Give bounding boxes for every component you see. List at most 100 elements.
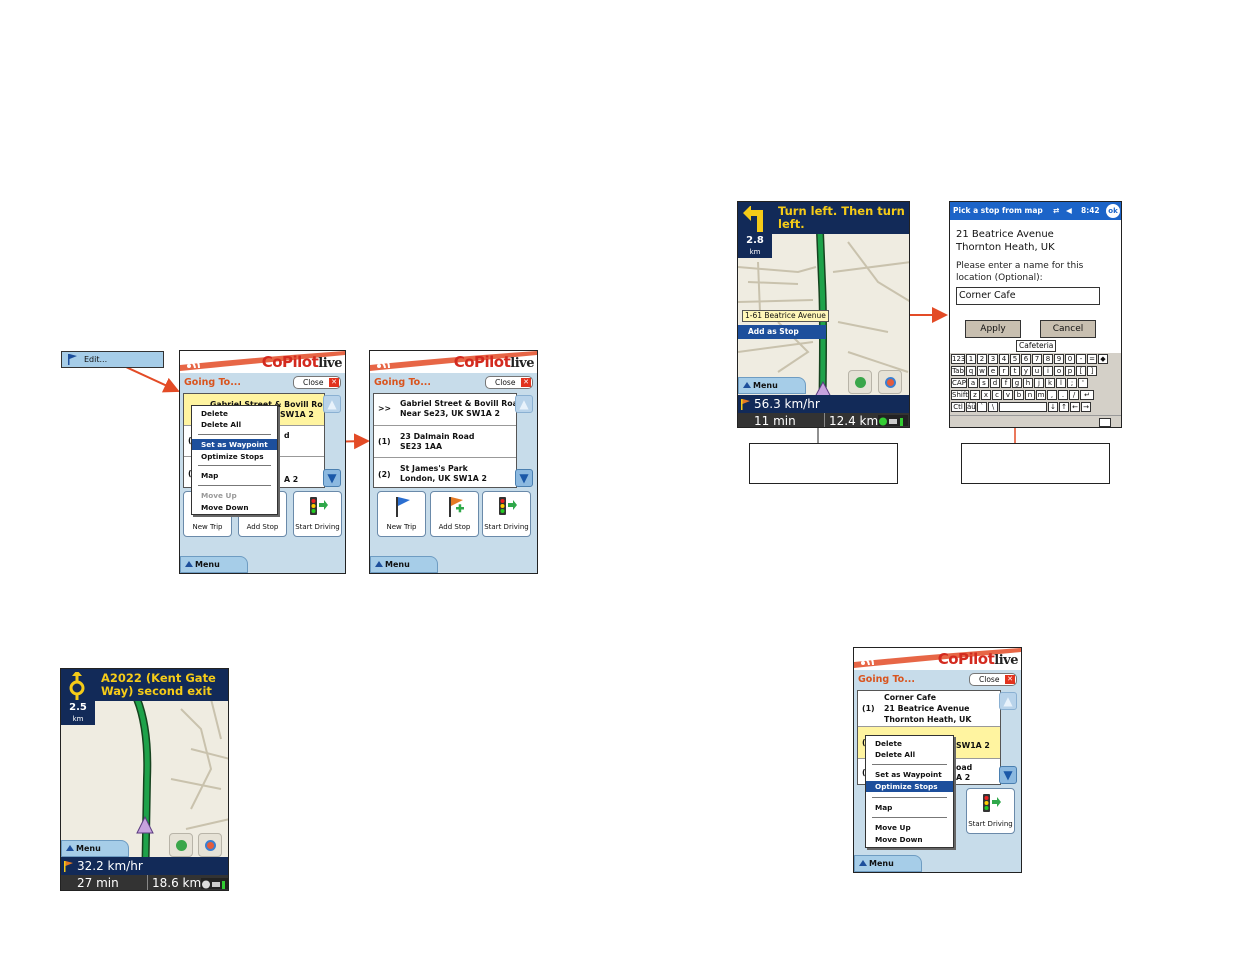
close-button[interactable]: Close ✕ [293, 376, 341, 389]
menu-button[interactable]: Menu [180, 556, 248, 573]
list-item[interactable]: (1) Corner Cafe 21 Beatrice Avenue Thorn… [858, 691, 1000, 727]
keyboard-key[interactable]: 3 [988, 354, 998, 364]
start-driving-button[interactable]: Start Driving [482, 491, 531, 537]
keyboard-key[interactable]: 123 [951, 354, 965, 364]
keyboard-key[interactable]: i [1043, 366, 1053, 376]
keyboard-key[interactable]: y [1021, 366, 1031, 376]
keyboard-key[interactable]: r [999, 366, 1009, 376]
keyboard-key[interactable]: Tab [951, 366, 965, 376]
menu-button[interactable]: Menu [738, 377, 806, 394]
keyboard-key[interactable]: q [966, 366, 976, 376]
keyboard-key[interactable]: ◆ [1098, 354, 1108, 364]
cancel-button[interactable]: Cancel [1040, 320, 1096, 338]
keyboard-key[interactable]: w [977, 366, 987, 376]
keyboard-key[interactable]: ' [1078, 378, 1088, 388]
add-as-stop-button[interactable]: Add as Stop [738, 325, 826, 339]
apply-button[interactable]: Apply [965, 320, 1021, 338]
keyboard-key[interactable]: v [1003, 390, 1013, 400]
keyboard-key[interactable]: ; [1067, 378, 1077, 388]
scroll-up-button[interactable]: ▲ [999, 692, 1017, 710]
scroll-down-button[interactable]: ▼ [999, 766, 1017, 784]
new-trip-button[interactable]: New Trip [377, 491, 426, 537]
menu-item-set-as-waypoint[interactable]: Set as Waypoint [866, 769, 953, 780]
keyboard-key[interactable]: [ [1076, 366, 1086, 376]
keyboard-key[interactable]: → [1081, 402, 1091, 412]
keyboard-key[interactable]: u [1032, 366, 1042, 376]
keyboard-key[interactable]: l [1056, 378, 1066, 388]
start-driving-button[interactable]: Start Driving [966, 788, 1015, 834]
keyboard-key[interactable]: e [988, 366, 998, 376]
keyboard-key[interactable]: o [1054, 366, 1064, 376]
add-stop-button[interactable]: Add Stop [430, 491, 479, 537]
scroll-up-button[interactable]: ▲ [323, 395, 341, 413]
menu-item-set-as-waypoint[interactable]: Set as Waypoint [192, 439, 277, 450]
scroll-down-button[interactable]: ▼ [323, 469, 341, 487]
map-view-button[interactable] [169, 833, 193, 857]
keyboard-key[interactable]: \ [988, 402, 998, 412]
scroll-up-button[interactable]: ▲ [515, 395, 533, 413]
keyboard-key[interactable]: Ctl [951, 402, 965, 412]
menu-item-map[interactable]: Map [866, 802, 953, 813]
keyboard-key[interactable] [999, 402, 1047, 412]
close-button[interactable]: Close ✕ [485, 376, 533, 389]
list-item[interactable]: (2) St James's Park London, UK SW1A 2 [374, 458, 516, 488]
keyboard-icon[interactable] [1099, 418, 1111, 427]
ok-button[interactable]: ok [1106, 204, 1120, 218]
keyboard-key[interactable]: áü [966, 402, 976, 412]
keyboard-key[interactable]: n [1025, 390, 1035, 400]
keyboard-key[interactable]: 8 [1043, 354, 1053, 364]
keyboard-key[interactable]: 4 [999, 354, 1009, 364]
keyboard-key[interactable]: p [1065, 366, 1075, 376]
keyboard-key[interactable]: s [979, 378, 989, 388]
keyboard-key[interactable]: t [1010, 366, 1020, 376]
keyboard-key[interactable]: h [1023, 378, 1033, 388]
list-item[interactable]: >> Gabriel Street & Bovill Roa Near Se23… [374, 394, 518, 426]
keyboard-key[interactable]: j [1034, 378, 1044, 388]
menu-item-optimize-stops[interactable]: Optimize Stops [192, 451, 277, 462]
edit-menu-item[interactable]: Edit... [61, 351, 164, 368]
keyboard-key[interactable]: f [1001, 378, 1011, 388]
menu-item-delete-all[interactable]: Delete All [192, 419, 277, 430]
menu-button[interactable]: Menu [61, 840, 129, 857]
menu-item-delete-all[interactable]: Delete All [866, 749, 953, 760]
keyboard-key[interactable]: a [968, 378, 978, 388]
keyboard-key[interactable]: 0 [1065, 354, 1075, 364]
keyboard-key[interactable]: x [981, 390, 991, 400]
keyboard-key[interactable]: 5 [1010, 354, 1020, 364]
map-view-button[interactable] [848, 370, 872, 394]
close-button[interactable]: Close ✕ [969, 673, 1017, 686]
keyboard-key[interactable]: ↵ [1080, 390, 1094, 400]
menu-item-move-down[interactable]: Move Down [866, 834, 953, 845]
compass-button[interactable] [198, 833, 222, 857]
compass-button[interactable] [878, 370, 902, 394]
keyboard-key[interactable]: / [1069, 390, 1079, 400]
menu-button[interactable]: Menu [370, 556, 438, 573]
keyboard-key[interactable]: 7 [1032, 354, 1042, 364]
keyboard-key[interactable]: c [992, 390, 1002, 400]
keyboard-key[interactable]: ↑ [1059, 402, 1069, 412]
keyboard-key[interactable]: CAP [951, 378, 967, 388]
keyboard-key[interactable]: 9 [1054, 354, 1064, 364]
keyboard-key[interactable]: 1 [966, 354, 976, 364]
keyboard-key[interactable]: b [1014, 390, 1024, 400]
keyboard-key[interactable]: ↓ [1048, 402, 1058, 412]
menu-item-optimize-stops[interactable]: Optimize Stops [866, 781, 953, 792]
menu-item-delete[interactable]: Delete [192, 408, 277, 419]
keyboard-key[interactable]: . [1058, 390, 1068, 400]
keyboard-key[interactable]: ← [1070, 402, 1080, 412]
menu-item-move-up[interactable]: Move Up [866, 822, 953, 833]
keyboard-key[interactable]: z [970, 390, 980, 400]
keyboard-key[interactable]: k [1045, 378, 1055, 388]
list-item[interactable]: (1) 23 Dalmain Road SE23 1AA [374, 426, 516, 458]
keyboard-key[interactable]: , [1047, 390, 1057, 400]
keyboard-key[interactable]: - [1076, 354, 1086, 364]
menu-item-delete[interactable]: Delete [866, 738, 953, 749]
keyboard-key[interactable]: 2 [977, 354, 987, 364]
scroll-down-button[interactable]: ▼ [515, 469, 533, 487]
menu-button[interactable]: Menu [854, 855, 922, 872]
keyboard-key[interactable]: ` [977, 402, 987, 412]
keyboard-key[interactable]: 6 [1021, 354, 1031, 364]
start-driving-button[interactable]: Start Driving [293, 491, 342, 537]
keyboard-key[interactable]: ] [1087, 366, 1097, 376]
menu-item-move-down[interactable]: Move Down [192, 502, 277, 513]
